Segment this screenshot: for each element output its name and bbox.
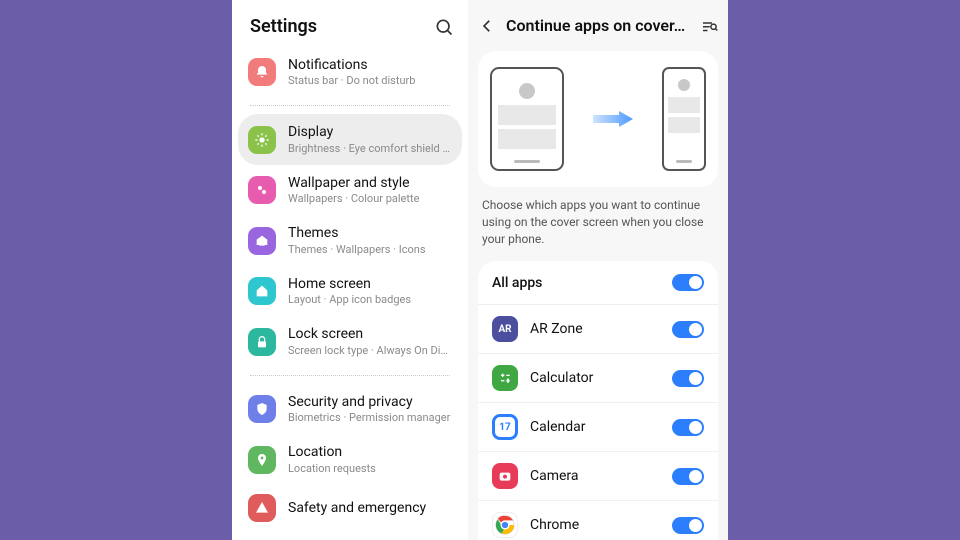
all-apps-toggle[interactable] [672,274,704,291]
app-icon [492,365,518,391]
setting-title: Display [288,123,452,141]
phone-closed-icon [662,67,706,171]
settings-title: Settings [250,16,434,37]
search-filter-icon[interactable] [700,17,718,35]
setting-title: Safety and emergency [288,499,452,517]
setting-title: Themes [288,224,452,242]
app-label: Calendar [530,419,672,435]
setting-sub: Location requests [288,462,452,476]
setting-row-home-screen[interactable]: Home screenLayout · App icon badges [238,266,462,316]
app-icon [492,463,518,489]
setting-icon [248,328,276,356]
setting-row-wallpaper-and-style[interactable]: Wallpaper and styleWallpapers · Colour p… [238,165,462,215]
setting-icon [248,395,276,423]
setting-title: Home screen [288,275,452,293]
app-toggle[interactable] [672,517,704,534]
detail-description: Choose which apps you want to continue u… [468,197,728,261]
setting-icon [248,494,276,522]
setting-sub: Brightness · Eye comfort shield · Naviga… [288,142,452,156]
arrow-icon [593,111,633,127]
setting-row-display[interactable]: DisplayBrightness · Eye comfort shield ·… [238,114,462,164]
app-label: Camera [530,468,672,484]
app-toggle[interactable] [672,468,704,485]
divider [250,375,450,376]
back-icon[interactable] [478,17,496,35]
setting-row-safety-and-emergency[interactable]: Safety and emergency [238,485,462,531]
setting-icon [248,58,276,86]
app-row-calculator[interactable]: Calculator [478,354,718,403]
illustration-card [478,51,718,187]
setting-row-security-and-privacy[interactable]: Security and privacyBiometrics · Permiss… [238,384,462,434]
setting-icon [248,446,276,474]
detail-pane: Continue apps on cover… Choose which app… [468,0,728,540]
setting-title: Lock screen [288,325,452,343]
phone-open-icon [490,67,564,171]
setting-title: Notifications [288,56,452,74]
setting-sub: Wallpapers · Colour palette [288,192,452,206]
app-label: Chrome [530,517,672,533]
app-toggle[interactable] [672,321,704,338]
app-icon: AR [492,316,518,342]
setting-icon [248,277,276,305]
settings-list: NotificationsStatus bar · Do not disturb… [232,47,468,531]
app-label: AR Zone [530,321,672,337]
app-row-chrome[interactable]: Chrome [478,501,718,540]
app-icon: 17 [492,414,518,440]
app-label: Calculator [530,370,672,386]
setting-sub: Screen lock type · Always On Display [288,344,452,358]
setting-title: Security and privacy [288,393,452,411]
app-row-ar-zone[interactable]: AR AR Zone [478,305,718,354]
setting-row-lock-screen[interactable]: Lock screenScreen lock type · Always On … [238,316,462,366]
setting-title: Wallpaper and style [288,174,452,192]
detail-header: Continue apps on cover… [468,0,728,45]
setting-row-themes[interactable]: ThemesThemes · Wallpapers · Icons [238,215,462,265]
app-toggle[interactable] [672,419,704,436]
setting-sub: Biometrics · Permission manager [288,411,452,425]
settings-pane: Settings NotificationsStatus bar · Do no… [232,0,468,540]
app-icon [492,512,518,538]
setting-sub: Layout · App icon badges [288,293,452,307]
setting-icon [248,126,276,154]
search-icon[interactable] [434,17,454,37]
app-toggle[interactable] [672,370,704,387]
all-apps-label: All apps [492,275,672,291]
setting-sub: Themes · Wallpapers · Icons [288,243,452,257]
setting-title: Location [288,443,452,461]
divider [250,105,450,106]
setting-row-location[interactable]: LocationLocation requests [238,434,462,484]
detail-title: Continue apps on cover… [506,16,690,35]
app-list: All apps AR AR Zone Calculator 17 Calendar Ca… [478,261,718,540]
setting-row-notifications[interactable]: NotificationsStatus bar · Do not disturb [238,47,462,97]
setting-sub: Status bar · Do not disturb [288,74,452,88]
device-screen: Settings NotificationsStatus bar · Do no… [232,0,728,540]
settings-header: Settings [232,0,468,47]
all-apps-row[interactable]: All apps [478,261,718,305]
app-row-camera[interactable]: Camera [478,452,718,501]
app-row-calendar[interactable]: 17 Calendar [478,403,718,452]
setting-icon [248,227,276,255]
setting-icon [248,176,276,204]
